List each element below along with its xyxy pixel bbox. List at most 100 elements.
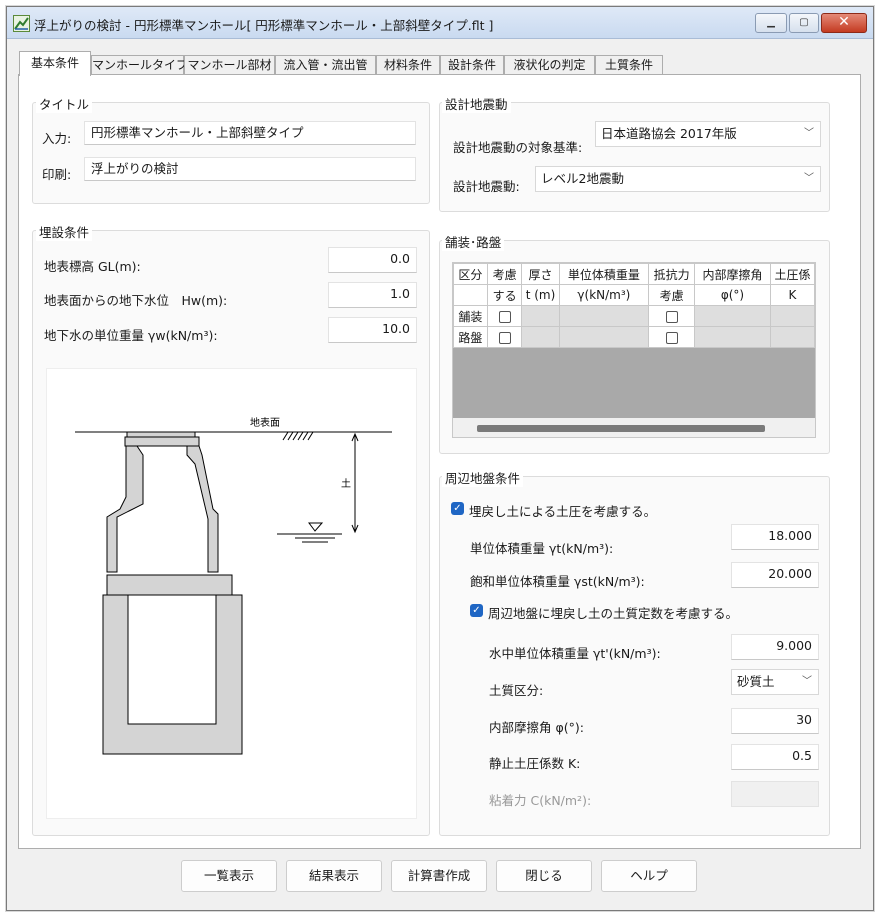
close-icon: ✕	[838, 14, 850, 30]
window-title: 浮上がりの検討 - 円形標準マンホール[ 円形標準マンホール・上部斜壁タイプ.f…	[34, 18, 494, 33]
gtp-field[interactable]: 9.000	[731, 634, 819, 660]
ground-surface-label: 地表面	[250, 416, 280, 429]
grid-cell[interactable]	[521, 326, 560, 348]
maximize-button[interactable]: ▢	[789, 13, 819, 33]
seismic-motion-select[interactable]: レベル2地震動 ﹀	[535, 166, 821, 192]
tab-design[interactable]: 設計条件	[440, 55, 504, 75]
soil-type-value: 砂質土	[737, 674, 775, 689]
scrollbar-thumb[interactable]	[477, 425, 765, 432]
tab-pipes[interactable]: 流入管・流出管	[275, 55, 376, 75]
grid-header: K	[769, 284, 815, 306]
grid-header: 内部摩擦角	[694, 263, 771, 285]
grid-header: t (m)	[521, 284, 560, 306]
top-slab	[106, 574, 233, 596]
grid-header: 厚さ	[521, 263, 560, 285]
backfill-check-label[interactable]: 埋戻し土による土圧を考慮する。	[469, 501, 656, 520]
tab-material[interactable]: 材料条件	[376, 55, 440, 75]
consider-checkbox[interactable]	[486, 305, 523, 327]
tab-basic[interactable]: 基本条件	[19, 51, 91, 76]
soil-const-checkbox[interactable]: ✓	[470, 604, 483, 617]
tab-manhole-type[interactable]: マンホールタイプ	[91, 55, 188, 75]
soil-const-check-label[interactable]: 周辺地盤に埋戻し土の土質定数を考慮する。	[488, 603, 738, 622]
grid-cell[interactable]	[558, 305, 650, 327]
soil-type-select[interactable]: 砂質土 ﹀	[731, 669, 819, 695]
soil-type-label: 土質区分:	[489, 683, 544, 698]
gst-label: 飽和単位体積重量 γst(kN/m³):	[470, 574, 645, 589]
hw-field[interactable]: 1.0	[328, 282, 417, 308]
resistance-checkbox[interactable]	[648, 326, 695, 348]
grid-cell[interactable]	[769, 326, 815, 348]
grid-cell[interactable]	[694, 326, 771, 348]
seismic-group-heading: 設計地震動	[442, 94, 511, 113]
c-label: 粘着力 C(kN/m²):	[489, 793, 592, 808]
maximize-icon: ▢	[799, 17, 809, 28]
pavement-group-heading: 舗装･路盤	[442, 232, 505, 251]
c-field	[731, 781, 819, 807]
grid-header: する	[486, 284, 523, 306]
gt-label: 単位体積重量 γt(kN/m³):	[470, 541, 614, 556]
title-group	[32, 102, 430, 204]
tab-manhole-members[interactable]: マンホール部材	[184, 55, 275, 75]
tab-soil[interactable]: 土質条件	[595, 55, 663, 75]
seismic-standard-label: 設計地震動の対象基準:	[453, 140, 583, 155]
phi-label: 内部摩擦角 φ(°):	[489, 720, 584, 735]
title-bar[interactable]: 浮上がりの検討 - 円形標準マンホール[ 円形標準マンホール・上部斜壁タイプ.f…	[7, 7, 873, 39]
grid-header: 考慮	[486, 263, 523, 285]
close-window-button[interactable]: ✕	[821, 13, 867, 33]
hw-label: 地表面からの地下水位 Hw(m):	[44, 293, 228, 308]
consider-checkbox[interactable]	[486, 326, 523, 348]
water-level-marker	[308, 522, 324, 532]
minimize-icon: ▁	[767, 17, 775, 28]
seismic-group	[439, 102, 830, 212]
grid-header: φ(°)	[694, 284, 771, 306]
seismic-standard-select[interactable]: 日本道路協会 2017年版 ﹀	[595, 121, 821, 147]
table-row: 舗装	[453, 305, 815, 327]
title-print-label: 印刷:	[42, 167, 72, 182]
table-row: 路盤	[453, 326, 815, 348]
title-print-field[interactable]: 浮上がりの検討	[84, 157, 416, 181]
grid-cell[interactable]	[558, 326, 650, 348]
grid-cell[interactable]	[769, 305, 815, 327]
gtp-label: 水中単位体積重量 γt'(kN/m³):	[489, 646, 661, 661]
grid-header: 土圧係	[769, 263, 815, 285]
backfill-checkbox[interactable]: ✓	[451, 502, 464, 515]
body-wall	[102, 594, 243, 755]
row-name: 舗装	[453, 305, 488, 327]
seismic-standard-value: 日本道路協会 2017年版	[601, 126, 737, 141]
tab-liquefaction[interactable]: 液状化の判定	[504, 55, 595, 75]
create-report-button[interactable]: 計算書作成	[391, 860, 487, 892]
phi-field[interactable]: 30	[731, 708, 819, 734]
riser-left-wall	[106, 445, 144, 573]
close-button[interactable]: 閉じる	[496, 860, 592, 892]
manhole-cross-section: 地表面 土	[75, 416, 392, 755]
grid-header: 抵抗力	[648, 263, 695, 285]
k-field[interactable]: 0.5	[731, 744, 819, 770]
grid-cell[interactable]	[694, 305, 771, 327]
surrounding-group-heading: 周辺地盤条件	[442, 468, 524, 487]
result-view-button[interactable]: 結果表示	[286, 860, 382, 892]
gt-field[interactable]: 18.000	[731, 524, 819, 550]
grid-header	[453, 284, 488, 306]
gw-field[interactable]: 10.0	[328, 317, 417, 343]
title-input-label: 入力:	[42, 131, 72, 146]
pavement-table: 区分 考慮 厚さ 単位体積重量 抵抗力 内部摩擦角 土圧係 する t (m) γ…	[453, 263, 815, 348]
check-icon: ✓	[472, 605, 481, 616]
chevron-down-icon: ﹀	[804, 128, 814, 139]
horizontal-scrollbar[interactable]	[453, 418, 815, 437]
grid-cell[interactable]	[521, 305, 560, 327]
help-button[interactable]: ヘルプ	[601, 860, 697, 892]
manhole-diagram: 地表面 土	[46, 368, 417, 819]
list-view-button[interactable]: 一覧表示	[181, 860, 277, 892]
minimize-button[interactable]: ▁	[755, 13, 787, 33]
pavement-grid[interactable]: 区分 考慮 厚さ 単位体積重量 抵抗力 内部摩擦角 土圧係 する t (m) γ…	[452, 262, 816, 438]
resistance-checkbox[interactable]	[648, 305, 695, 327]
seismic-motion-label: 設計地震動:	[453, 179, 520, 194]
grid-header: 区分	[453, 263, 488, 285]
title-input-field[interactable]: 円形標準マンホール・上部斜壁タイプ	[84, 121, 416, 145]
gl-field[interactable]: 0.0	[328, 247, 417, 273]
cover-cap	[124, 436, 200, 447]
gst-field[interactable]: 20.000	[731, 562, 819, 588]
check-icon: ✓	[453, 503, 462, 514]
gl-label: 地表標高 GL(m):	[44, 259, 141, 274]
burial-group-heading: 埋設条件	[36, 222, 93, 241]
